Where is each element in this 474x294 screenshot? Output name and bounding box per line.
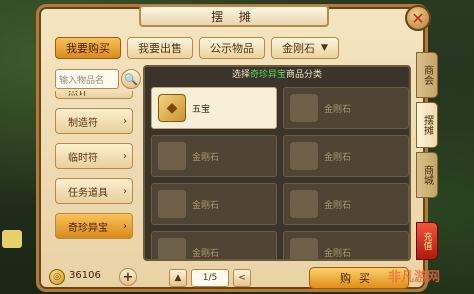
page-prev-button[interactable]: < [233,269,251,287]
category-label: 任务道具 [68,187,108,199]
chat-icon[interactable] [2,230,22,248]
category-list: 杰计 制造符 › 临时符 › 任务道具 › 奇珍异宝 › [55,91,137,261]
item-label: 金刚石 [192,200,220,211]
item-icon [290,238,318,259]
item-icon [158,142,186,170]
treasure-icon: ◆ [158,94,186,122]
currency-label: 金刚石 [282,42,315,55]
window-title: 摆 摊 [139,5,329,27]
category-item[interactable]: 任务道具 › [55,178,133,204]
coin-icon: ◎ [49,269,65,285]
category-item[interactable]: 奇珍异宝 › [55,213,133,239]
watermark: 非凡游网 [388,270,441,285]
chevron-right-icon: › [123,220,127,232]
search-input[interactable]: 输入物品名 [55,69,119,89]
category-item[interactable]: 制造符 › [55,108,133,134]
item-icon [290,142,318,170]
tab-buy[interactable]: 我要购买 [55,37,121,59]
item-slot[interactable]: 金刚石 [283,231,409,259]
item-grid: ◆ 五宝 金刚石 金刚石 金刚石 金刚石 金刚石 金刚石 金刚石 [151,87,409,259]
plus-icon: + [122,269,134,285]
panel-heading-highlight: 奇珍异宝 [249,70,286,80]
panel-heading-prefix: 选择 [231,70,250,80]
item-label: 五宝 [192,104,211,115]
item-icon [158,190,186,218]
close-icon: ✕ [411,8,425,28]
chevron-right-icon: › [123,185,127,197]
item-slot[interactable]: 金刚石 [283,87,409,129]
item-slot[interactable]: ◆ 五宝 [151,87,277,129]
item-icon [290,190,318,218]
item-slot[interactable]: 金刚石 [283,183,409,225]
item-icon [290,94,318,122]
tab-public[interactable]: 公示物品 [199,37,265,59]
item-label: 金刚石 [324,200,352,211]
category-label: 奇珍异宝 [68,222,108,234]
chevron-right-icon: › [123,150,127,162]
chevron-down-icon: ▼ [321,43,328,53]
category-label: 制造符 [68,117,98,129]
search-icon: 🔍 [124,72,138,86]
close-button[interactable]: ✕ [405,5,431,31]
wallet-amount: 36106 [69,270,101,281]
page-up-button[interactable]: ▲ [169,269,187,287]
item-slot[interactable]: 金刚石 [151,183,277,225]
item-label: 金刚石 [192,248,220,259]
side-tab-guild[interactable]: 商会 [416,52,438,98]
item-label: 金刚石 [324,104,352,115]
chevron-right-icon: › [123,115,127,127]
category-label: 杰计 [68,91,88,98]
side-tabs: 商会 摆摊 商城 [416,52,438,202]
tab-sell[interactable]: 我要出售 [127,37,193,59]
category-item[interactable]: 杰计 [55,91,133,99]
panel-heading-suffix: 商品分类 [286,70,323,80]
item-icon [158,238,186,259]
item-label: 金刚石 [324,152,352,163]
pager: ▲ 1/5 < [169,269,251,287]
side-tab-stall[interactable]: 摆摊 [416,102,438,148]
item-panel: 选择奇珍异宝商品分类 ◆ 五宝 金刚石 金刚石 金刚石 金刚石 金刚石 金刚石 金… [143,65,411,261]
search-button[interactable]: 🔍 [121,69,141,89]
currency-dropdown[interactable]: 金刚石 ▼ [271,37,339,59]
item-slot[interactable]: 金刚石 [151,135,277,177]
recharge-tab[interactable]: 充值 [416,222,438,260]
item-label: 金刚石 [324,248,352,259]
add-money-button[interactable]: + [119,268,137,286]
panel-heading: 选择奇珍异宝商品分类 [145,67,409,83]
item-slot[interactable]: 金刚石 [151,231,277,259]
side-tab-mall[interactable]: 商城 [416,152,438,198]
category-item[interactable]: 临时符 › [55,143,133,169]
item-slot[interactable]: 金刚石 [283,135,409,177]
page-indicator: 1/5 [191,269,229,287]
item-label: 金刚石 [192,152,220,163]
top-tabs: 我要购买 我要出售 公示物品 金刚石 ▼ [55,37,339,59]
stall-window: 摆 摊 ✕ 我要购买 我要出售 公示物品 金刚石 ▼ 输入物品名 🔍 杰计 制造… [36,4,431,292]
category-label: 临时符 [68,152,98,164]
